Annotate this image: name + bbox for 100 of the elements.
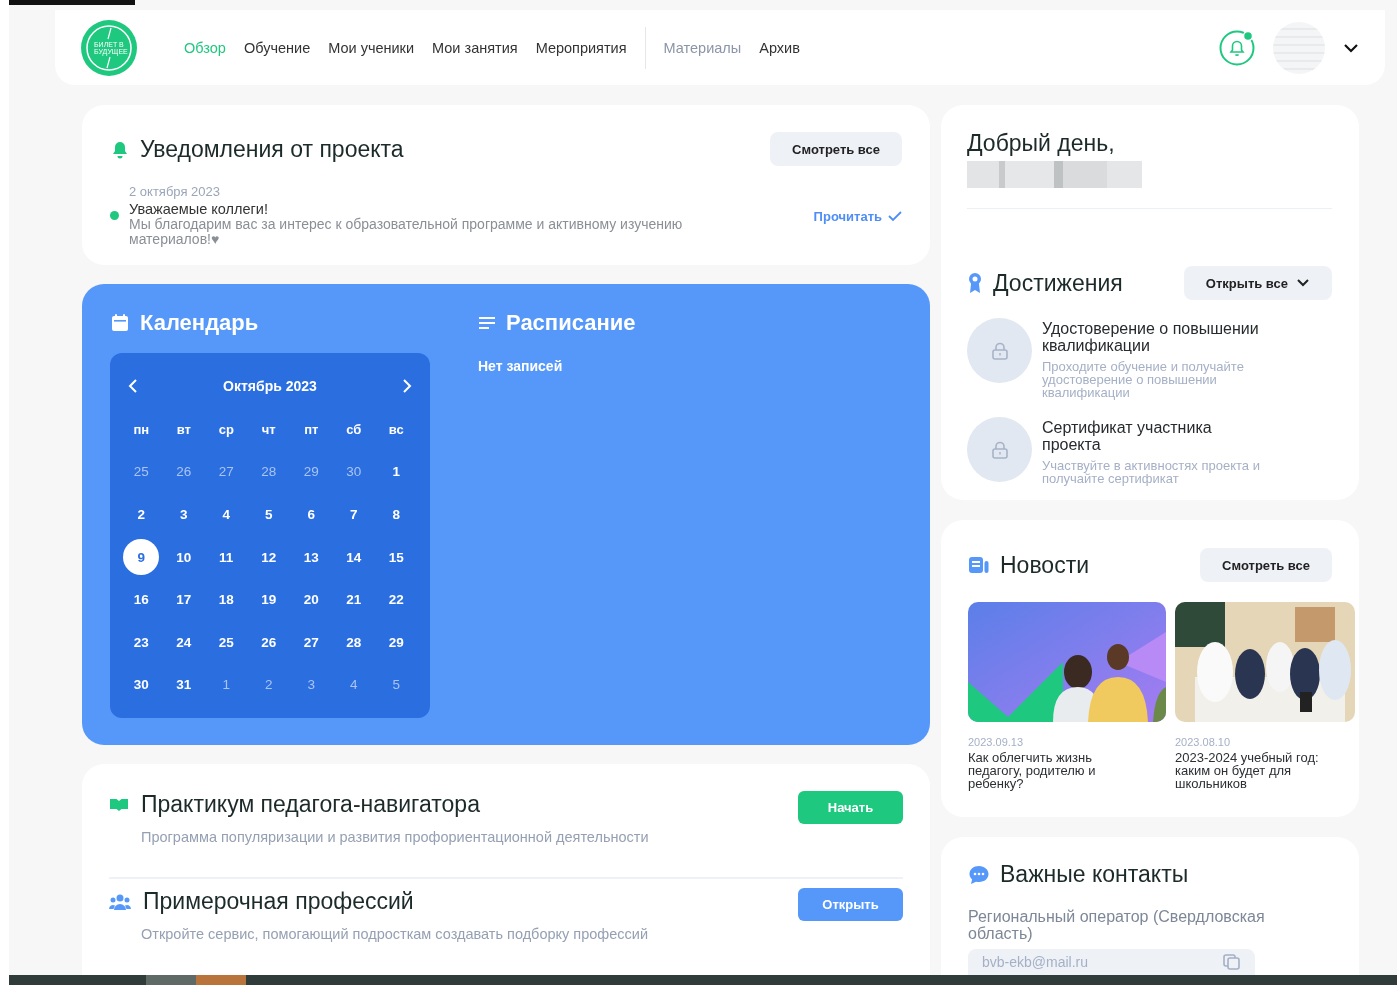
calendar-day[interactable]: 27: [208, 453, 245, 490]
calendar-day[interactable]: 1: [208, 666, 245, 703]
card-title: Календарь: [140, 310, 259, 336]
calendar-day[interactable]: 26: [165, 453, 202, 490]
calendar-day[interactable]: 14: [335, 539, 372, 576]
news-title[interactable]: Как облегчить жизнь педагогу, родителю и ребенку?: [968, 751, 1118, 790]
achievement-title: Удостоверение о повышении квалификации: [1042, 320, 1260, 354]
calendar-day[interactable]: 18: [208, 581, 245, 618]
copy-icon[interactable]: [1223, 954, 1241, 970]
weekday-label: пт: [303, 420, 320, 439]
calendar-day[interactable]: 25: [208, 624, 245, 661]
calendar-day[interactable]: 21: [335, 581, 372, 618]
calendar-day[interactable]: 11: [208, 539, 245, 576]
calendar-day[interactable]: 13: [293, 539, 330, 576]
calendar-day[interactable]: 8: [378, 496, 415, 533]
nav-link[interactable]: Мои ученики: [319, 35, 424, 60]
previous-month-icon[interactable]: [128, 378, 138, 394]
notification-title: Уважаемые коллеги!: [129, 201, 269, 217]
news-date: 2023.08.10: [1175, 736, 1232, 748]
program-description: Откройте сервис, помогающий подросткам создавать подборку профессий: [141, 926, 648, 942]
achievement-title: Сертификат участника проекта: [1042, 419, 1213, 453]
chevron-down-icon[interactable]: [1343, 41, 1359, 54]
calendar-day[interactable]: 25: [123, 453, 160, 490]
card-title: Достижения: [993, 269, 1123, 297]
weekday-label: пн: [132, 420, 151, 439]
calendar-day[interactable]: 2: [250, 666, 287, 703]
card-title: Расписание: [506, 310, 636, 336]
card-title: Важные контакты: [1000, 861, 1189, 888]
calendar-day[interactable]: 19: [250, 581, 287, 618]
calendar-day[interactable]: 31: [165, 666, 202, 703]
calendar-day[interactable]: 1: [378, 453, 415, 490]
notification-date: 2 октября 2023: [129, 184, 221, 199]
calendar-day[interactable]: 22: [378, 581, 415, 618]
calendar-day[interactable]: 12: [250, 539, 287, 576]
empty-state-text: Нет записей: [478, 358, 564, 374]
award-icon: [967, 272, 983, 294]
calendar-day[interactable]: 15: [378, 539, 415, 576]
nav-link[interactable]: Мероприятия: [526, 35, 636, 60]
program-button[interactable]: Открыть: [798, 888, 903, 921]
calendar-day[interactable]: 24: [165, 624, 202, 661]
calendar-day[interactable]: 6: [293, 496, 330, 533]
weekday-label: чт: [260, 420, 277, 439]
calendar-day[interactable]: 29: [293, 453, 330, 490]
notification-bell-icon[interactable]: [1219, 29, 1255, 66]
operator-label: Региональный оператор (Свердловская область): [968, 908, 1266, 942]
lock-icon: [990, 341, 1009, 360]
calendar-day[interactable]: 17: [165, 581, 202, 618]
calendar-day[interactable]: 10: [165, 539, 202, 576]
chevron-down-icon: [1296, 278, 1310, 288]
calendar-day[interactable]: 16: [123, 581, 160, 618]
program-description: Программа популяризации и развития профориентационной деятельности: [141, 829, 649, 845]
program-title: Практикум педагога-навигатора: [141, 791, 480, 818]
view-all-button[interactable]: Смотреть все: [770, 132, 902, 166]
weekday-label: ср: [217, 420, 235, 439]
calendar-day[interactable]: 5: [378, 666, 415, 703]
mark-read-link[interactable]: Прочитать: [813, 206, 902, 226]
calendar-day[interactable]: 23: [123, 624, 160, 661]
calendar-day[interactable]: 4: [335, 666, 372, 703]
calendar-day[interactable]: 5: [250, 496, 287, 533]
calendar-day[interactable]: 2: [123, 496, 160, 533]
weekday-label: сб: [345, 420, 363, 439]
view-all-button[interactable]: Смотреть все: [1200, 548, 1332, 582]
book-icon: [109, 797, 129, 812]
calendar-day[interactable]: 4: [208, 496, 245, 533]
next-month-icon[interactable]: [402, 378, 412, 394]
lock-icon: [990, 440, 1009, 459]
calendar-day[interactable]: 30: [335, 453, 372, 490]
card-title: Новости: [1000, 551, 1090, 579]
calendar-day[interactable]: 27: [293, 624, 330, 661]
nav-link[interactable]: Мои занятия: [423, 35, 527, 60]
card-title: Уведомления от проекта: [140, 135, 404, 163]
calendar-day[interactable]: 29: [378, 624, 415, 661]
people-icon: [109, 892, 131, 911]
open-all-button[interactable]: Открыть все: [1183, 266, 1332, 300]
calendar-day[interactable]: 26: [250, 624, 287, 661]
list-icon: [478, 316, 496, 330]
achievement-description: Проходите обучение и получайте удостоверение о повышении квалификации: [1042, 360, 1245, 399]
calendar-icon: [110, 313, 130, 333]
checkmark-icon: [888, 210, 902, 222]
calendar-day[interactable]: 3: [165, 496, 202, 533]
achievement-description: Участвуйте в активностях проекта и получайте сертификат: [1042, 459, 1261, 485]
calendar-day[interactable]: 7: [335, 496, 372, 533]
calendar-day[interactable]: 9: [123, 539, 160, 576]
news-title[interactable]: 2023-2024 учебный год: каким он будет для школьников: [1175, 751, 1350, 790]
weekday-label: вс: [387, 420, 405, 439]
calendar-day[interactable]: 28: [335, 624, 372, 661]
month-label: Октябрь 2023: [223, 378, 317, 394]
calendar-day[interactable]: 30: [123, 666, 160, 703]
program-title: Примерочная профессий: [143, 888, 414, 915]
notification-text: Мы благодарим вас за интерес к образовательной программе и активному изучению материалов!♥: [129, 217, 684, 247]
calendar-day[interactable]: 20: [293, 581, 330, 618]
calendar-day[interactable]: 28: [250, 453, 287, 490]
nav-link[interactable]: Обучение: [234, 35, 320, 60]
weekday-label: вт: [175, 420, 192, 439]
greeting-title: Добрый день,: [967, 130, 1116, 157]
news-date: 2023.09.13: [968, 736, 1025, 748]
chat-icon: [968, 864, 990, 885]
news-icon: [968, 556, 990, 574]
nav-link[interactable]: Архив: [750, 35, 809, 60]
calendar-day[interactable]: 3: [293, 666, 330, 703]
